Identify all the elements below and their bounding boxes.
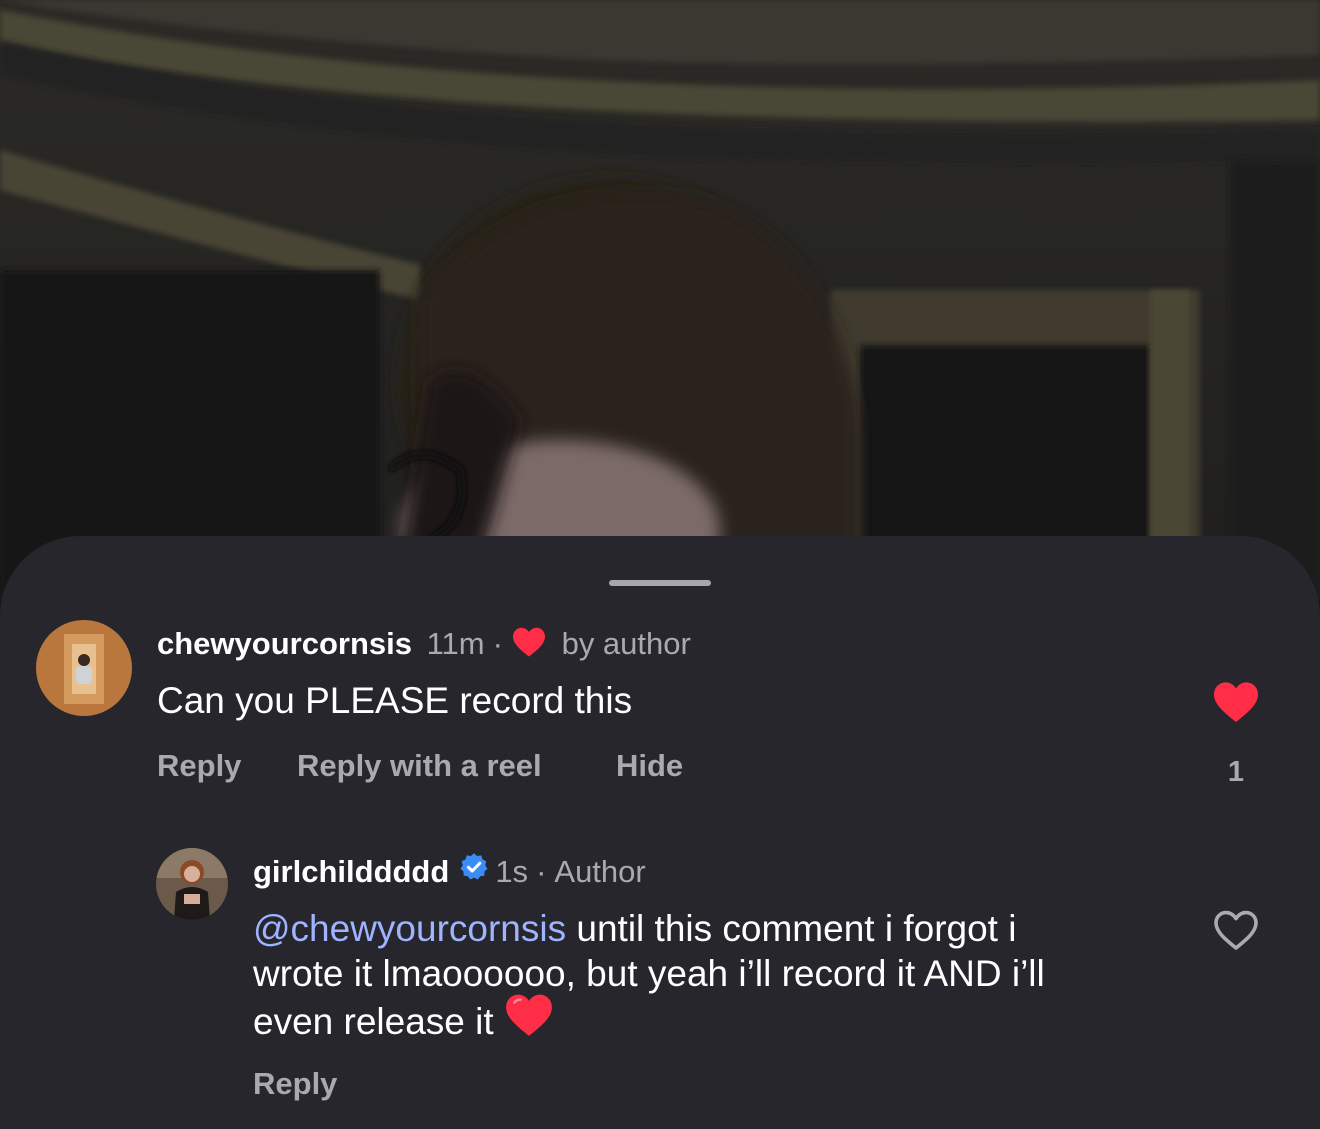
reply-time: 1s xyxy=(495,854,529,889)
reply-text-line-2: wrote it lmaoooooo, but yeah i’ll record… xyxy=(253,953,1045,994)
reply-text: @chewyourcornsis until this comment i fo… xyxy=(253,906,1173,1052)
heart-outline-icon xyxy=(1214,910,1258,950)
reply-username[interactable]: girlchilddddd xyxy=(253,854,449,889)
red-heart-emoji xyxy=(504,992,554,1048)
mention-link[interactable]: @chewyourcornsis xyxy=(253,908,566,949)
reply-line-3: even release it xyxy=(253,994,1173,1052)
comment-username[interactable]: chewyourcornsis xyxy=(157,626,412,661)
verified-badge-icon xyxy=(459,852,489,890)
author-badge: Author xyxy=(554,854,646,889)
reply-button[interactable]: Reply xyxy=(253,1066,337,1102)
reply-like-button[interactable] xyxy=(1212,908,1260,952)
reply-text-line-1: until this comment i forgot i xyxy=(566,908,1017,949)
like-button[interactable] xyxy=(1212,680,1260,724)
liked-by-author-label: by author xyxy=(561,626,691,662)
heart-filled-icon xyxy=(1214,682,1258,722)
separator-dot: · xyxy=(492,626,503,662)
reply-text-line-3: even release it xyxy=(253,1000,504,1042)
avatar[interactable] xyxy=(36,620,132,716)
avatar[interactable] xyxy=(156,848,228,920)
like-count: 1 xyxy=(1227,756,1245,788)
hide-button[interactable]: Hide xyxy=(616,748,683,784)
reply-line-1: @chewyourcornsis until this comment i fo… xyxy=(253,906,1173,951)
reply-with-reel-button[interactable]: Reply with a reel xyxy=(297,748,542,784)
comment-text: Can you PLEASE record this xyxy=(157,680,633,721)
comment-time: 11m xyxy=(426,626,485,662)
comment-header: chewyourcornsis 11m · by author xyxy=(157,626,691,666)
sheet-drag-handle[interactable] xyxy=(609,580,711,586)
separator-dot: · xyxy=(536,854,547,889)
reply-button[interactable]: Reply xyxy=(157,748,241,784)
heart-icon xyxy=(511,626,547,666)
reply-header: girlchilddddd 1s · Author xyxy=(253,852,646,893)
video-background xyxy=(0,0,1320,600)
